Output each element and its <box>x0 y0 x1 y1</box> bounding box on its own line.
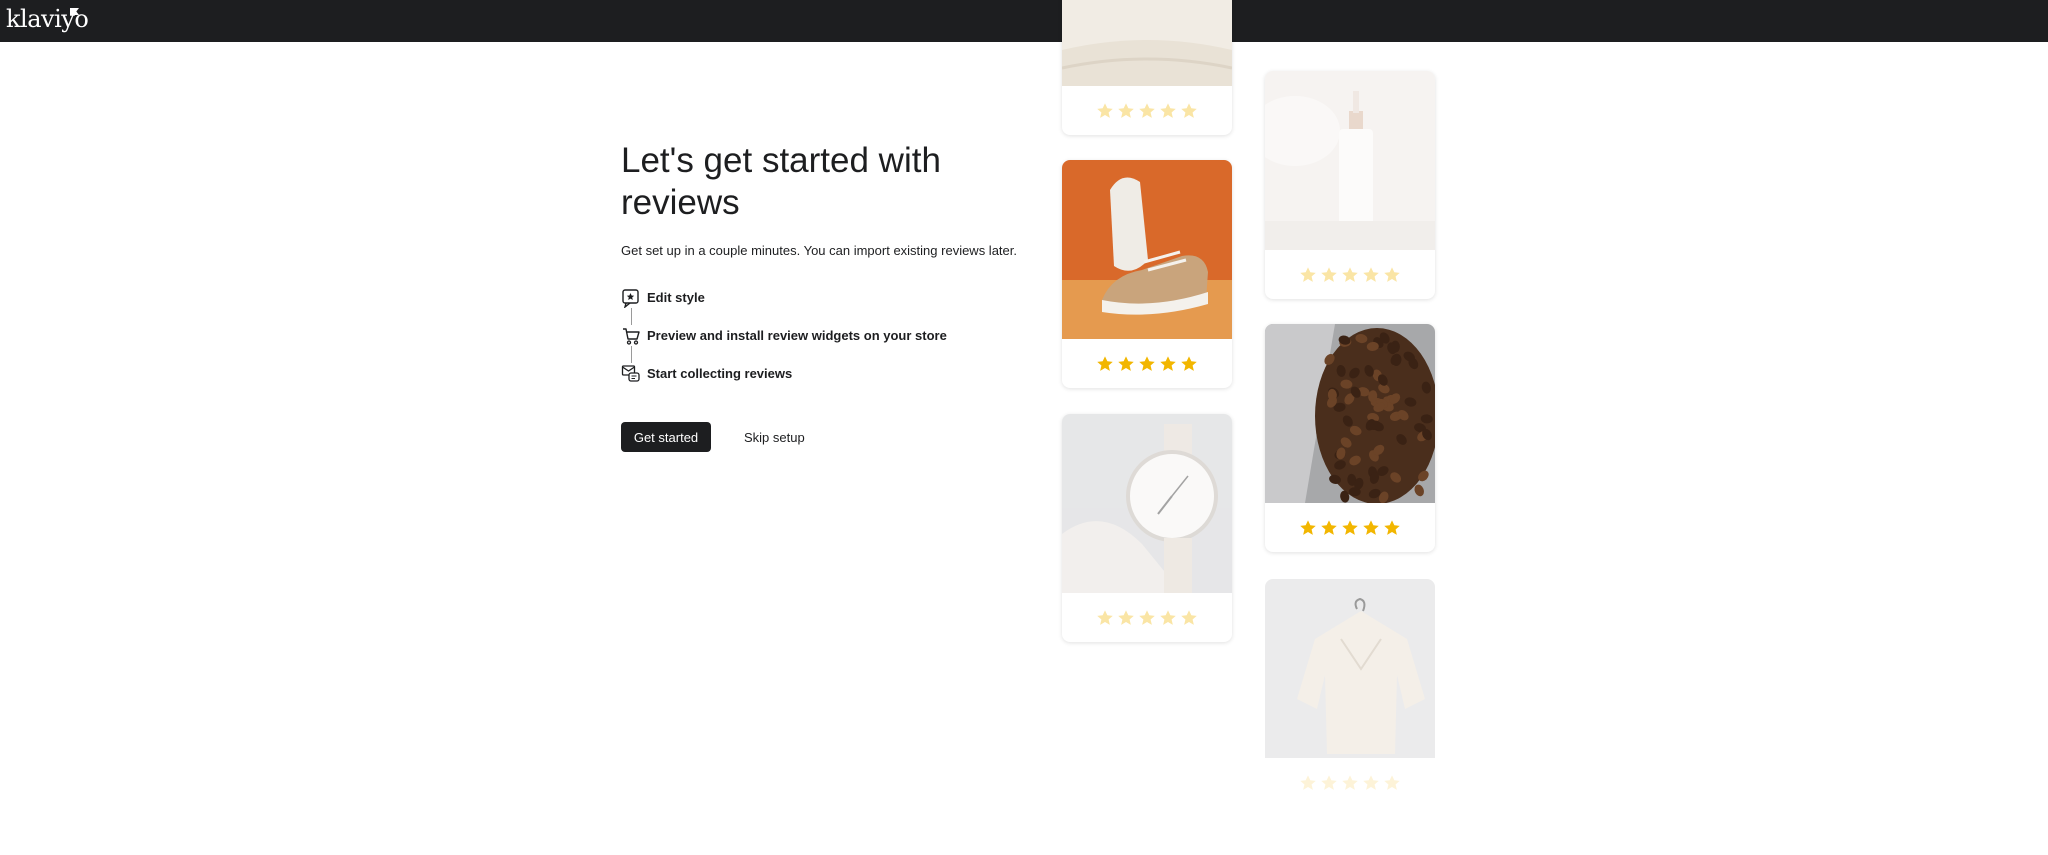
cart-icon <box>623 328 640 345</box>
step-label: Edit style <box>647 290 705 305</box>
review-card-serum <box>1265 71 1435 299</box>
star-icon <box>1139 102 1155 118</box>
page-title: Let's get started with reviews <box>621 141 941 222</box>
star-icon <box>1160 355 1176 371</box>
star-icon <box>1321 266 1337 282</box>
star-icon <box>1097 102 1113 118</box>
star-icon <box>1139 609 1155 625</box>
top-bar: klaviyo <box>0 0 2048 42</box>
page-subtitle: Get set up in a couple minutes. You can … <box>621 243 1017 258</box>
star-icon <box>1384 774 1400 790</box>
star-icon <box>1118 102 1134 118</box>
star-icon <box>1118 355 1134 371</box>
step-connector <box>631 346 632 363</box>
star-icon <box>1300 774 1316 790</box>
rating-stars <box>1062 86 1232 135</box>
star-icon <box>1321 774 1337 790</box>
star-icon <box>1118 609 1134 625</box>
star-icon <box>1300 519 1316 535</box>
envelope-chat-icon <box>621 365 640 382</box>
star-icon <box>1342 519 1358 535</box>
rating-stars <box>1265 503 1435 552</box>
review-card-coffee <box>1265 324 1435 552</box>
star-icon <box>1097 355 1113 371</box>
star-icon <box>1097 609 1113 625</box>
star-icon <box>1160 102 1176 118</box>
star-icon <box>1181 355 1197 371</box>
product-image-towel <box>1062 0 1232 86</box>
star-icon <box>1342 774 1358 790</box>
star-icon <box>1321 519 1337 535</box>
star-icon <box>1342 266 1358 282</box>
step-label: Start collecting reviews <box>647 366 793 381</box>
star-icon <box>1160 609 1176 625</box>
star-icon <box>1181 609 1197 625</box>
step-label: Preview and install review widgets on yo… <box>647 328 947 343</box>
star-icon <box>1363 266 1379 282</box>
star-icon <box>1300 266 1316 282</box>
review-card-sneaker <box>1062 160 1232 388</box>
step-connector <box>631 308 632 325</box>
product-image-coffee-beans <box>1265 324 1435 503</box>
rating-stars <box>1062 339 1232 388</box>
star-icon <box>1363 774 1379 790</box>
product-image-watch <box>1062 414 1232 593</box>
product-image-sneaker <box>1062 160 1232 339</box>
product-image-sweater <box>1265 579 1435 758</box>
star-icon <box>1181 102 1197 118</box>
star-icon <box>1363 519 1379 535</box>
star-icon <box>1384 266 1400 282</box>
skip-setup-button[interactable]: Skip setup <box>738 422 811 452</box>
star-bubble-icon <box>622 289 639 308</box>
review-card-watch <box>1062 414 1232 642</box>
review-card-sweater <box>1265 579 1435 807</box>
star-icon <box>1139 355 1155 371</box>
star-icon <box>1384 519 1400 535</box>
rating-stars <box>1265 758 1435 807</box>
rating-stars <box>1062 593 1232 642</box>
review-card-towel <box>1062 0 1232 135</box>
get-started-button[interactable]: Get started <box>621 422 711 452</box>
product-image-serum-bottle <box>1265 71 1435 250</box>
rating-stars <box>1265 250 1435 299</box>
